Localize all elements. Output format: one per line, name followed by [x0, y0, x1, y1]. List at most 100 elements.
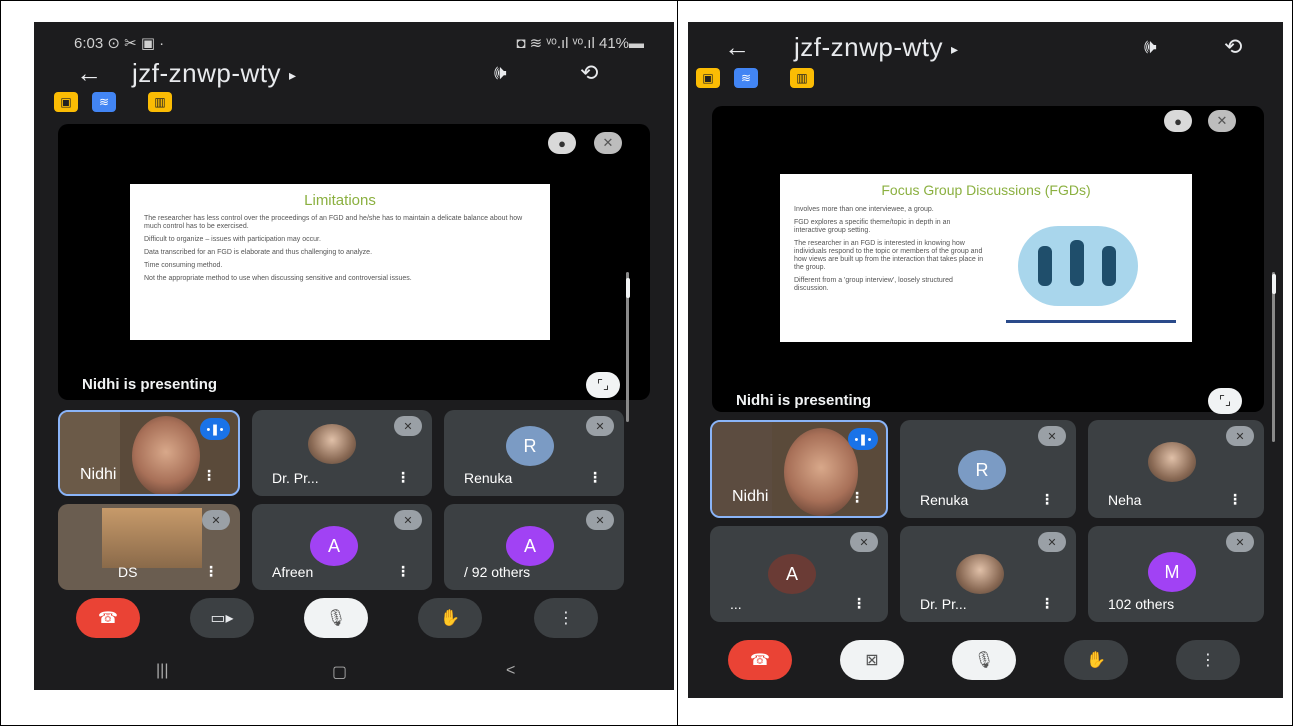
slide-bullet: Not the appropriate method to use when d… — [144, 275, 412, 282]
call-controls: ☎ ▭▸ 🎙 ✋ ⋮ — [34, 598, 674, 644]
fullscreen-icon[interactable]: ⌜⌟ — [586, 372, 620, 398]
more-options-icon[interactable]: ⋮ — [396, 563, 410, 580]
mic-off-icon: ✕ — [1226, 532, 1254, 552]
slide-title: Limitations — [304, 192, 376, 209]
slide-bullet: FGD explores a specific theme/topic in d… — [794, 219, 951, 234]
home-button[interactable]: ▢ — [332, 662, 347, 682]
mic-off-icon: ✕ — [1038, 532, 1066, 552]
more-options-icon[interactable]: ⋮ — [1040, 595, 1054, 612]
speaker-icon[interactable]: 🕪 — [494, 62, 507, 85]
whiteboard-badge-icon[interactable]: ▥ — [148, 92, 172, 112]
participant-tile-ds[interactable]: ✕ DS ⋮ — [58, 504, 240, 590]
mic-off-icon: ✕ — [1226, 426, 1254, 446]
fullscreen-icon[interactable]: ⌜⌟ — [1208, 388, 1242, 414]
slide-bullet: The researcher in an FGD is interested i… — [794, 240, 984, 271]
slide-bullet: Time consuming method. — [144, 262, 223, 269]
mic-off-icon[interactable]: ✕ — [594, 132, 622, 154]
scroll-thumb[interactable] — [626, 278, 630, 298]
more-options-icon[interactable]: ⋮ — [588, 469, 602, 486]
raise-hand-button[interactable]: ✋ — [1064, 640, 1128, 680]
end-call-button[interactable]: ☎ — [76, 598, 140, 638]
switch-camera-icon[interactable]: ⟲ — [580, 60, 598, 86]
participant-name: Dr. Pr... — [920, 596, 967, 612]
participant-avatar: R — [506, 426, 554, 466]
participant-tile-nidhi[interactable]: •❚• Nidhi ⋮ — [58, 410, 240, 496]
slide-bullet: Involves more than one interviewee, a gr… — [794, 206, 934, 213]
scroll-thumb[interactable] — [1272, 274, 1276, 294]
presentation-slide: Focus Group Discussions (FGDs) Involves … — [780, 174, 1192, 342]
mic-off-icon: ✕ — [202, 510, 230, 530]
more-options-icon[interactable]: ⋮ — [850, 489, 864, 506]
participant-avatar — [1148, 442, 1196, 482]
participant-name: Afreen — [272, 564, 314, 580]
more-options-icon[interactable]: ⋮ — [396, 469, 410, 486]
status-bar: 6:03 ⊙ ✂ ▣ · ◘ ≋ ᵛᵒ.ıl ᵛᵒ.ıl 41%▬ — [74, 34, 644, 52]
android-navigation-bar: ||| ▢ < — [34, 662, 674, 686]
more-options-icon[interactable]: ⋮ — [1040, 491, 1054, 508]
system-back-button[interactable]: < — [506, 662, 515, 680]
participant-avatar: R — [958, 450, 1006, 490]
more-options-icon[interactable]: ⋮ — [852, 595, 866, 612]
participant-name: Dr. Pr... — [272, 470, 319, 486]
slide-title: Focus Group Discussions (FGDs) — [881, 182, 1091, 198]
participant-tile-nidhi[interactable]: •❚• Nidhi ⋮ — [710, 420, 888, 518]
recording-badge-icon[interactable]: ▣ — [696, 68, 720, 88]
column-divider — [677, 0, 678, 726]
status-time: 6:03 — [74, 35, 104, 52]
caption-badge-icon[interactable]: ≋ — [92, 92, 116, 112]
slide-bullet: Difficult to organize – issues with part… — [144, 236, 321, 243]
recording-badge-icon[interactable]: ▣ — [54, 92, 78, 112]
call-controls: ☎ ⊠ 🎙 ✋ ⋮ — [688, 640, 1283, 686]
pin-icon[interactable]: ● — [1164, 110, 1192, 132]
illustration-figure — [1070, 240, 1084, 286]
pin-icon[interactable]: ● — [548, 132, 576, 154]
participant-tile-a[interactable]: ✕ A ... ⋮ — [710, 526, 888, 622]
participant-name: Nidhi — [732, 488, 769, 505]
participant-tile-renuka[interactable]: ✕ R Renuka ⋮ — [444, 410, 624, 496]
participant-tile-others[interactable]: ✕ M 102 others — [1088, 526, 1264, 622]
microphone-button[interactable]: 🎙 — [952, 640, 1016, 680]
meeting-badges: ▣ ≋ ▥ — [696, 68, 814, 90]
participant-video — [132, 416, 200, 494]
others-count: 102 others — [1108, 596, 1175, 612]
more-options-icon[interactable]: ⋮ — [202, 467, 216, 484]
presentation-area: ● ✕ Focus Group Discussions (FGDs) Invol… — [712, 106, 1264, 414]
mic-off-icon: ✕ — [586, 510, 614, 530]
participant-avatar: A — [768, 554, 816, 594]
more-options-icon[interactable]: ⋮ — [1228, 491, 1242, 508]
whiteboard-badge-icon[interactable]: ▥ — [790, 68, 814, 88]
meeting-code[interactable]: jzf-znwp-wty ▸ — [794, 32, 959, 63]
back-arrow-icon[interactable]: ← — [76, 58, 102, 89]
speaker-icon[interactable]: 🕪 — [1144, 36, 1157, 59]
microphone-button[interactable]: 🎙 — [304, 598, 368, 638]
participant-tile-renuka[interactable]: ✕ R Renuka ⋮ — [900, 420, 1076, 518]
meeting-header: ← jzf-znwp-wty ▸ 🕪 ⟲ — [34, 56, 674, 90]
mic-off-icon: ✕ — [850, 532, 878, 552]
chevron-right-icon: ▸ — [951, 40, 959, 57]
camera-button[interactable]: ▭▸ — [190, 598, 254, 638]
back-arrow-icon[interactable]: ← — [724, 32, 750, 63]
recents-button[interactable]: ||| — [156, 662, 168, 680]
participant-name: Renuka — [464, 470, 513, 486]
participant-tile-neha[interactable]: ✕ Neha ⋮ — [1088, 420, 1264, 518]
switch-camera-icon[interactable]: ⟲ — [1224, 34, 1242, 60]
participant-tile-others[interactable]: ✕ A / 92 others — [444, 504, 624, 590]
end-call-button[interactable]: ☎ — [728, 640, 792, 680]
participant-avatar — [956, 554, 1004, 594]
raise-hand-button[interactable]: ✋ — [418, 598, 482, 638]
more-options-button[interactable]: ⋮ — [1176, 640, 1240, 680]
participant-tile-afreen[interactable]: ✕ A Afreen ⋮ — [252, 504, 432, 590]
slide-bullet: The researcher has less control over the… — [144, 215, 523, 230]
participant-tile-dr-pr[interactable]: ✕ Dr. Pr... ⋮ — [252, 410, 432, 496]
mic-off-icon: ✕ — [1038, 426, 1066, 446]
speaking-indicator-icon: •❚• — [200, 418, 230, 440]
more-options-icon[interactable]: ⋮ — [204, 563, 218, 580]
more-options-button[interactable]: ⋮ — [534, 598, 598, 638]
caption-badge-icon[interactable]: ≋ — [734, 68, 758, 88]
participant-avatar — [308, 424, 356, 464]
camera-off-button[interactable]: ⊠ — [840, 640, 904, 680]
mic-off-icon[interactable]: ✕ — [1208, 110, 1236, 132]
participant-tile-dr-pr[interactable]: ✕ Dr. Pr... ⋮ — [900, 526, 1076, 622]
illustration-figure — [1102, 246, 1116, 286]
meeting-code[interactable]: jzf-znwp-wty ▸ — [132, 58, 297, 89]
